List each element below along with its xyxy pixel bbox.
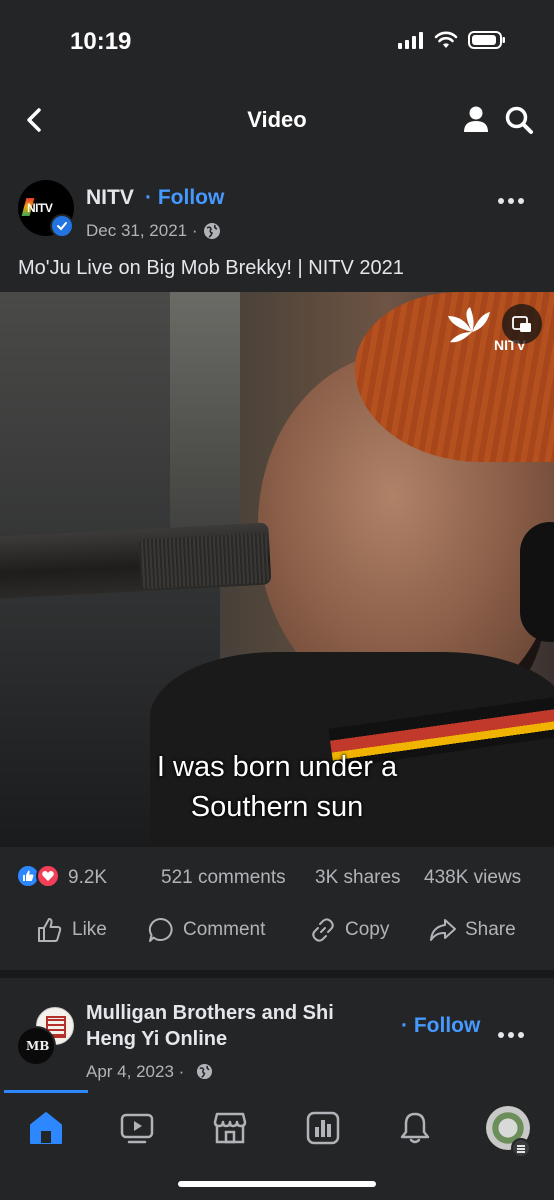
verified-badge-icon <box>50 214 74 238</box>
active-tab-indicator <box>4 1090 88 1093</box>
next-post-header: MB Mulligan Brothers and Shi Heng Yi Onl… <box>0 995 554 1090</box>
globe-icon <box>196 1063 213 1080</box>
more-options-icon[interactable] <box>498 198 524 208</box>
next-post-more-options-icon[interactable] <box>498 1032 524 1042</box>
feeds-icon[interactable] <box>305 1110 341 1146</box>
next-post-date: Apr 4, 2023 · <box>86 1062 185 1081</box>
post-stats: 9.2K 521 comments 3K shares 438K views <box>0 860 554 896</box>
video-microphone-grill <box>138 532 270 590</box>
reaction-count[interactable]: 9.2K <box>68 867 107 889</box>
marketplace-icon[interactable] <box>212 1110 248 1146</box>
battery-icon <box>468 31 505 49</box>
copy-label: Copy <box>345 919 390 940</box>
page-avatar[interactable]: MB <box>16 1026 56 1066</box>
views-count: 438K views <box>424 867 522 888</box>
home-indicator <box>178 1181 376 1187</box>
next-post-page-name[interactable]: Mulligan Brothers and Shi Heng Yi Online <box>86 1000 386 1052</box>
profile-icon[interactable] <box>462 105 490 133</box>
link-icon <box>312 918 334 942</box>
video-caption: I was born under a Southern sun <box>0 747 554 827</box>
caption-line-2: Southern sun <box>190 791 364 823</box>
status-bar: 10:19 <box>0 0 554 80</box>
follow-button[interactable]: · Follow <box>145 186 224 210</box>
page-avatar-text: MB <box>26 1039 50 1053</box>
bell-icon[interactable] <box>397 1110 433 1146</box>
post-header: NITV NITV · Follow Dec 31, 2021 · <box>0 178 554 248</box>
video-headphone <box>520 522 554 642</box>
comments-count[interactable]: 521 comments <box>161 867 286 889</box>
avatar-logo-text: NITV <box>27 201 53 215</box>
post-actions: Like Comment Copy Share <box>0 910 554 954</box>
post-title: Mo'Ju Live on Big Mob Brekky! | NITV 202… <box>18 257 404 279</box>
video-background-window <box>170 292 240 552</box>
share-label: Share <box>465 919 516 940</box>
comment-label: Comment <box>183 919 266 940</box>
top-nav: Video <box>0 95 554 145</box>
status-icons <box>398 30 506 50</box>
thumbs-up-icon <box>38 918 62 942</box>
cellular-signal-icon <box>398 32 423 49</box>
shares-count[interactable]: 3K shares <box>315 867 401 889</box>
reactions-icons[interactable] <box>16 864 66 890</box>
like-button[interactable]: Like <box>36 916 107 944</box>
video-player[interactable]: NITV I was born under a Southern sun <box>0 292 554 847</box>
home-icon[interactable] <box>28 1110 64 1146</box>
share-button[interactable]: Share <box>429 916 516 944</box>
search-icon[interactable] <box>504 105 534 135</box>
comment-bubble-icon <box>148 917 173 942</box>
picture-in-picture-icon[interactable] <box>502 304 542 344</box>
wifi-icon <box>434 31 458 48</box>
globe-icon <box>204 223 220 239</box>
next-post-follow-button[interactable]: · Follow <box>401 1014 480 1038</box>
post-divider <box>0 970 554 978</box>
love-reaction-icon <box>36 864 60 888</box>
like-label: Like <box>72 919 107 940</box>
caption-line-1: I was born under a <box>156 751 398 783</box>
share-arrow-icon <box>430 919 456 941</box>
copy-link-button[interactable]: Copy <box>309 916 389 944</box>
page-name[interactable]: NITV <box>86 186 134 210</box>
comment-button[interactable]: Comment <box>147 916 265 944</box>
post-date: Dec 31, 2021 · <box>86 221 198 240</box>
video-tab-icon[interactable] <box>119 1110 155 1146</box>
status-time: 10:19 <box>70 28 132 55</box>
menu-icon[interactable] <box>511 1138 531 1158</box>
